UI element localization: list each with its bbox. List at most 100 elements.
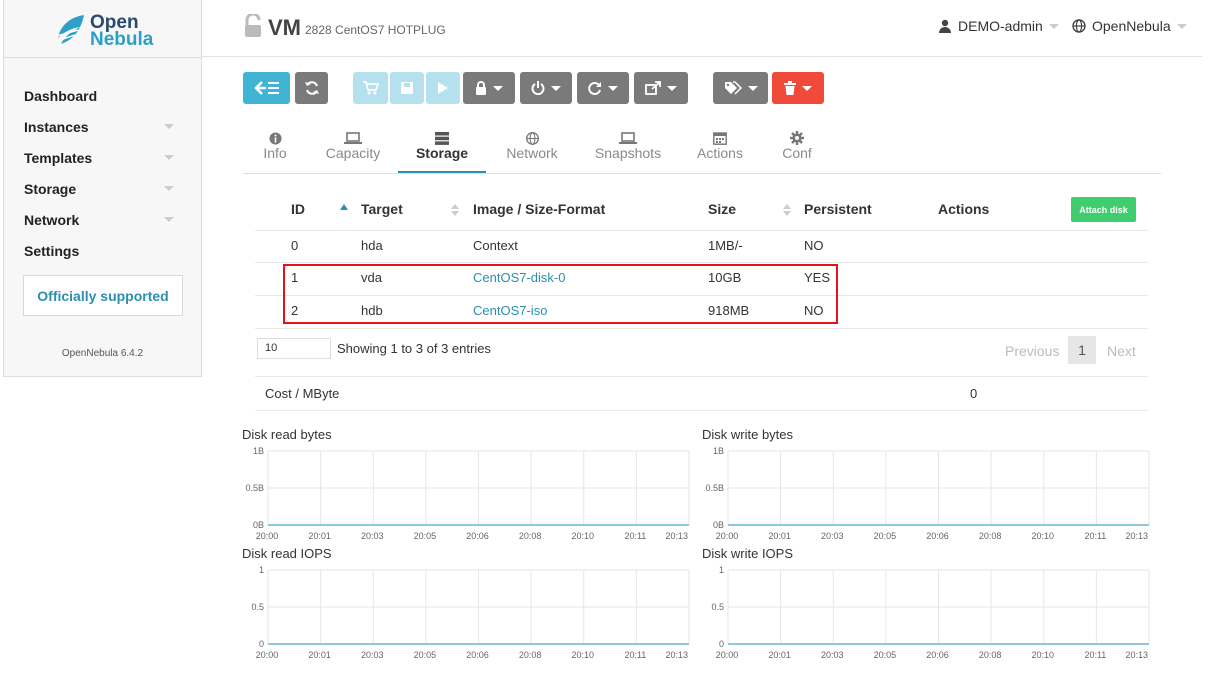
chart-title: Disk write IOPS [702, 546, 794, 561]
x-tick-label: 20:06 [466, 650, 489, 660]
sidebar-item-label: Templates [24, 149, 93, 166]
vm-subtitle: 2828 CentOS7 HOTPLUG [305, 23, 446, 37]
logo-text-nebula: Nebula [90, 29, 154, 50]
attach-disk-button[interactable]: Attach disk [1071, 197, 1136, 222]
x-tick-label: 20:03 [361, 650, 384, 660]
chevron-down-icon [1048, 23, 1059, 29]
sidebar-item-instances[interactable]: Instances [24, 111, 174, 142]
divider [255, 376, 1148, 377]
column-header-persistent[interactable]: Persistent [804, 201, 872, 217]
x-tick-label: 20:01 [768, 650, 791, 660]
opennebula-logo[interactable]: Open Nebula [56, 13, 154, 50]
save-button[interactable] [390, 72, 424, 104]
redo-icon [588, 82, 601, 95]
tab-label: Capacity [325, 145, 381, 161]
cart-icon [362, 81, 379, 95]
chevron-down-icon [608, 85, 618, 91]
cell-image: Context [473, 238, 518, 253]
column-header-id[interactable]: ID [291, 201, 305, 217]
back-list-icon [253, 81, 279, 95]
column-header-target[interactable]: Target [361, 201, 403, 217]
divider [255, 262, 1148, 263]
column-header-size[interactable]: Size [708, 201, 736, 217]
chart-plot: 20:00 20:01 20:03 20:05 20:06 20:08 20:10 20:11… [245, 446, 690, 541]
back-to-list-button[interactable] [243, 72, 290, 104]
labels-dropdown-button[interactable] [713, 72, 768, 104]
tab-label: Conf [782, 145, 812, 161]
sidebar-item-templates[interactable]: Templates [24, 142, 174, 173]
disk-write-bytes-chart: Disk write bytes 20:00 20:01 20:03 20:05 20:… [702, 427, 1152, 547]
previous-page-button[interactable]: Previous [1005, 343, 1059, 359]
sidebar-item-label: Instances [24, 118, 89, 135]
tab-info[interactable]: Info [255, 127, 295, 173]
gear-icon [790, 131, 804, 145]
disk-read-iops-chart: Disk read IOPS 20:00 20:01 20:03 20:05 20:06… [242, 546, 692, 666]
x-tick-label: 20:13 [1125, 650, 1148, 660]
sidebar-item-dashboard[interactable]: Dashboard [24, 80, 174, 111]
user-menu[interactable]: DEMO-admin [938, 18, 1059, 34]
disk-write-iops-chart: Disk write IOPS 20:00 20:01 20:03 20:05 20:0… [702, 546, 1152, 666]
x-tick-label: 20:05 [414, 650, 437, 660]
tab-capacity[interactable]: Capacity [320, 127, 386, 173]
x-tick-label: 20:03 [821, 650, 844, 660]
chevron-down-icon [164, 124, 174, 129]
tab-label: Storage [415, 145, 469, 161]
y-tick-label: 0.5B [245, 483, 264, 493]
unlock-icon[interactable] [243, 14, 265, 38]
x-tick-label: 20:13 [665, 531, 688, 541]
sidebar-item-label: Settings [24, 242, 80, 259]
sidebar-item-network[interactable]: Network [24, 204, 174, 235]
sort-asc-icon[interactable] [340, 203, 348, 211]
y-tick-label: 1 [719, 565, 724, 575]
page-number-button[interactable]: 1 [1068, 336, 1096, 364]
x-tick-label: 20:06 [926, 650, 949, 660]
lock-dropdown-button[interactable] [463, 72, 515, 104]
divider [255, 328, 1148, 329]
y-tick-label: 0.5 [251, 602, 264, 612]
sidebar-item-settings[interactable]: Settings [24, 235, 174, 266]
sort-icon[interactable] [783, 203, 791, 217]
y-tick-label: 0B [713, 520, 724, 530]
x-tick-label: 20:00 [716, 531, 739, 541]
delete-dropdown-button[interactable] [772, 72, 824, 104]
refresh-button[interactable] [295, 72, 328, 104]
x-tick-label: 20:05 [414, 531, 437, 541]
sort-icon[interactable] [451, 203, 459, 217]
page-size-select[interactable]: 10 [257, 338, 331, 359]
save-icon [401, 82, 413, 94]
y-tick-label: 0 [719, 639, 724, 649]
tab-storage[interactable]: Storage [398, 127, 486, 173]
next-page-button[interactable]: Next [1107, 343, 1136, 359]
x-tick-label: 20:13 [665, 650, 688, 660]
zone-menu[interactable]: OpenNebula [1072, 18, 1187, 34]
sidebar-item-storage[interactable]: Storage [24, 173, 174, 204]
globe-icon [525, 132, 539, 145]
deploy-button[interactable] [353, 72, 388, 104]
x-tick-label: 20:10 [571, 531, 594, 541]
power-dropdown-button[interactable] [520, 72, 572, 104]
tab-label: Network [506, 145, 558, 161]
tab-conf[interactable]: Conf [776, 127, 818, 173]
divider [202, 56, 1202, 57]
x-tick-label: 20:00 [256, 531, 279, 541]
tab-label: Info [263, 145, 287, 161]
play-button[interactable] [426, 72, 460, 104]
share-dropdown-button[interactable] [634, 72, 688, 104]
disk-read-bytes-chart: Disk read bytes 20:00 20:01 20:03 20:05 20:0… [242, 427, 692, 547]
tab-actions[interactable]: Actions [692, 127, 748, 173]
tab-network[interactable]: Network [500, 127, 564, 173]
cell-id: 0 [291, 238, 299, 253]
x-tick-label: 20:08 [519, 650, 542, 660]
sidebar: Open Nebula Dashboard Instances Template… [3, 0, 202, 377]
x-tick-label: 20:05 [874, 531, 897, 541]
tab-snapshots[interactable]: Snapshots [591, 127, 665, 173]
officially-supported-link[interactable]: Officially supported [23, 275, 183, 316]
chevron-down-icon [802, 85, 812, 91]
reboot-dropdown-button[interactable] [577, 72, 629, 104]
chevron-down-icon [747, 85, 758, 91]
x-tick-label: 20:13 [1125, 531, 1148, 541]
chart-title: Disk write bytes [702, 427, 794, 442]
info-icon [269, 132, 281, 145]
column-header-image[interactable]: Image / Size-Format [473, 201, 605, 217]
cost-value: 0 [970, 386, 978, 401]
